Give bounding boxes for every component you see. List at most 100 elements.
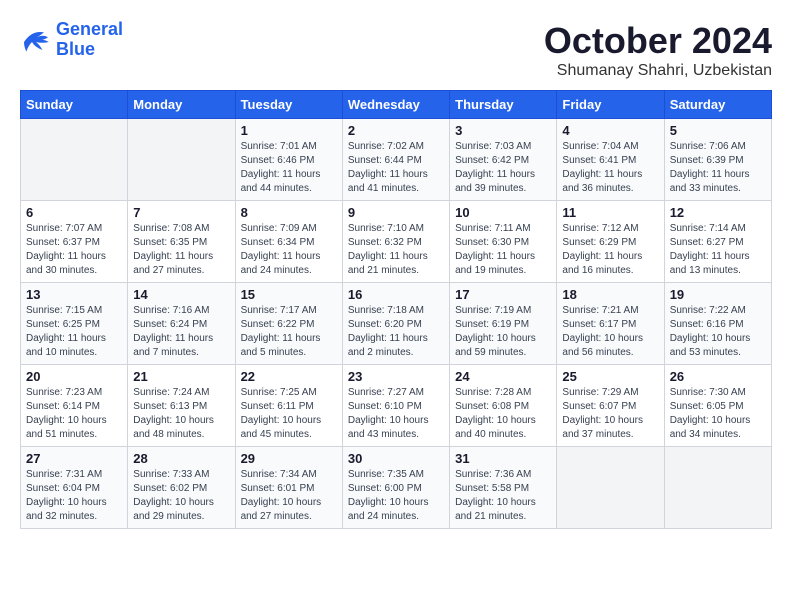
day-info: Sunrise: 7:07 AMSunset: 6:37 PMDaylight:… xyxy=(26,222,122,278)
day-info: Sunrise: 7:19 AMSunset: 6:19 PMDaylight:… xyxy=(455,304,551,360)
day-info: Sunrise: 7:16 AMSunset: 6:24 PMDaylight:… xyxy=(133,304,229,360)
day-info: Sunrise: 7:30 AMSunset: 6:05 PMDaylight:… xyxy=(670,386,766,442)
day-number: 16 xyxy=(348,287,444,302)
calendar-table: SundayMondayTuesdayWednesdayThursdayFrid… xyxy=(20,90,772,529)
day-header-friday: Friday xyxy=(557,91,664,119)
day-number: 18 xyxy=(562,287,658,302)
day-info: Sunrise: 7:15 AMSunset: 6:25 PMDaylight:… xyxy=(26,304,122,360)
location-subtitle: Shumanay Shahri, Uzbekistan xyxy=(544,62,772,80)
calendar-cell: 26Sunrise: 7:30 AMSunset: 6:05 PMDayligh… xyxy=(664,365,771,447)
calendar-cell: 20 Sunrise: 7:23 AMSunset: 6:14 PMDayligh… xyxy=(21,365,128,447)
day-info: Sunrise: 7:03 AMSunset: 6:42 PMDaylight:… xyxy=(455,140,551,196)
day-info: Sunrise: 7:34 AMSunset: 6:01 PMDaylight:… xyxy=(241,468,337,524)
calendar-cell: 6 Sunrise: 7:07 AMSunset: 6:37 PMDaylight… xyxy=(21,201,128,283)
logo-icon xyxy=(20,26,52,54)
day-info: Sunrise: 7:18 AMSunset: 6:20 PMDaylight:… xyxy=(348,304,444,360)
calendar-cell: 11Sunrise: 7:12 AMSunset: 6:29 PMDayligh… xyxy=(557,201,664,283)
day-info: Sunrise: 7:24 AMSunset: 6:13 PMDaylight:… xyxy=(133,386,229,442)
calendar-week-row: 27 Sunrise: 7:31 AMSunset: 6:04 PMDayligh… xyxy=(21,447,772,529)
day-header-tuesday: Tuesday xyxy=(235,91,342,119)
day-number: 5 xyxy=(670,123,766,138)
calendar-cell: 28Sunrise: 7:33 AMSunset: 6:02 PMDayligh… xyxy=(128,447,235,529)
day-number: 13 xyxy=(26,287,122,302)
calendar-cell: 5Sunrise: 7:06 AMSunset: 6:39 PMDaylight… xyxy=(664,119,771,201)
day-header-sunday: Sunday xyxy=(21,91,128,119)
day-number: 10 xyxy=(455,205,551,220)
calendar-body: 1Sunrise: 7:01 AMSunset: 6:46 PMDaylight… xyxy=(21,119,772,529)
logo-text: General Blue xyxy=(56,20,123,60)
day-info: Sunrise: 7:21 AMSunset: 6:17 PMDaylight:… xyxy=(562,304,658,360)
day-number: 29 xyxy=(241,451,337,466)
calendar-cell: 8 Sunrise: 7:09 AMSunset: 6:34 PMDaylight… xyxy=(235,201,342,283)
calendar-cell: 18 Sunrise: 7:21 AMSunset: 6:17 PMDayligh… xyxy=(557,283,664,365)
day-info: Sunrise: 7:17 AMSunset: 6:22 PMDaylight:… xyxy=(241,304,337,360)
day-header-monday: Monday xyxy=(128,91,235,119)
calendar-cell: 15 Sunrise: 7:17 AMSunset: 6:22 PMDayligh… xyxy=(235,283,342,365)
day-info: Sunrise: 7:25 AMSunset: 6:11 PMDaylight:… xyxy=(241,386,337,442)
month-title: October 2024 xyxy=(544,20,772,62)
day-info: Sunrise: 7:28 AMSunset: 6:08 PMDaylight:… xyxy=(455,386,551,442)
day-info: Sunrise: 7:02 AMSunset: 6:44 PMDaylight:… xyxy=(348,140,444,196)
calendar-cell: 2Sunrise: 7:02 AMSunset: 6:44 PMDaylight… xyxy=(342,119,449,201)
day-number: 22 xyxy=(241,369,337,384)
calendar-cell: 30Sunrise: 7:35 AMSunset: 6:00 PMDayligh… xyxy=(342,447,449,529)
calendar-cell xyxy=(21,119,128,201)
day-number: 15 xyxy=(241,287,337,302)
day-info: Sunrise: 7:29 AMSunset: 6:07 PMDaylight:… xyxy=(562,386,658,442)
day-info: Sunrise: 7:04 AMSunset: 6:41 PMDaylight:… xyxy=(562,140,658,196)
calendar-week-row: 6 Sunrise: 7:07 AMSunset: 6:37 PMDaylight… xyxy=(21,201,772,283)
calendar-cell: 12 Sunrise: 7:14 AMSunset: 6:27 PMDayligh… xyxy=(664,201,771,283)
calendar-cell: 24Sunrise: 7:28 AMSunset: 6:08 PMDayligh… xyxy=(450,365,557,447)
day-info: Sunrise: 7:08 AMSunset: 6:35 PMDaylight:… xyxy=(133,222,229,278)
calendar-cell: 16 Sunrise: 7:18 AMSunset: 6:20 PMDayligh… xyxy=(342,283,449,365)
day-number: 17 xyxy=(455,287,551,302)
calendar-cell: 13 Sunrise: 7:15 AMSunset: 6:25 PMDayligh… xyxy=(21,283,128,365)
calendar-week-row: 20 Sunrise: 7:23 AMSunset: 6:14 PMDayligh… xyxy=(21,365,772,447)
day-header-saturday: Saturday xyxy=(664,91,771,119)
day-info: Sunrise: 7:23 AMSunset: 6:14 PMDaylight:… xyxy=(26,386,122,442)
day-info: Sunrise: 7:01 AMSunset: 6:46 PMDaylight:… xyxy=(241,140,337,196)
calendar-cell: 25Sunrise: 7:29 AMSunset: 6:07 PMDayligh… xyxy=(557,365,664,447)
day-header-wednesday: Wednesday xyxy=(342,91,449,119)
day-info: Sunrise: 7:11 AMSunset: 6:30 PMDaylight:… xyxy=(455,222,551,278)
calendar-cell: 27 Sunrise: 7:31 AMSunset: 6:04 PMDayligh… xyxy=(21,447,128,529)
calendar-cell: 14Sunrise: 7:16 AMSunset: 6:24 PMDayligh… xyxy=(128,283,235,365)
calendar-cell: 22 Sunrise: 7:25 AMSunset: 6:11 PMDayligh… xyxy=(235,365,342,447)
day-number: 7 xyxy=(133,205,229,220)
day-number: 30 xyxy=(348,451,444,466)
day-number: 20 xyxy=(26,369,122,384)
day-info: Sunrise: 7:31 AMSunset: 6:04 PMDaylight:… xyxy=(26,468,122,524)
calendar-cell: 4Sunrise: 7:04 AMSunset: 6:41 PMDaylight… xyxy=(557,119,664,201)
calendar-cell: 19Sunrise: 7:22 AMSunset: 6:16 PMDayligh… xyxy=(664,283,771,365)
title-block: October 2024 Shumanay Shahri, Uzbekistan xyxy=(544,20,772,80)
calendar-cell: 10 Sunrise: 7:11 AMSunset: 6:30 PMDayligh… xyxy=(450,201,557,283)
calendar-cell xyxy=(664,447,771,529)
day-number: 11 xyxy=(562,205,658,220)
calendar-cell: 23Sunrise: 7:27 AMSunset: 6:10 PMDayligh… xyxy=(342,365,449,447)
day-number: 8 xyxy=(241,205,337,220)
calendar-cell xyxy=(557,447,664,529)
day-number: 23 xyxy=(348,369,444,384)
calendar-cell: 29 Sunrise: 7:34 AMSunset: 6:01 PMDayligh… xyxy=(235,447,342,529)
page-header: General Blue October 2024 Shumanay Shahr… xyxy=(20,20,772,80)
calendar-cell: 3 Sunrise: 7:03 AMSunset: 6:42 PMDaylight… xyxy=(450,119,557,201)
calendar-cell: 31Sunrise: 7:36 AMSunset: 5:58 PMDayligh… xyxy=(450,447,557,529)
day-number: 21 xyxy=(133,369,229,384)
day-info: Sunrise: 7:14 AMSunset: 6:27 PMDaylight:… xyxy=(670,222,766,278)
day-number: 27 xyxy=(26,451,122,466)
day-header-thursday: Thursday xyxy=(450,91,557,119)
day-info: Sunrise: 7:10 AMSunset: 6:32 PMDaylight:… xyxy=(348,222,444,278)
day-number: 12 xyxy=(670,205,766,220)
calendar-cell: 21 Sunrise: 7:24 AMSunset: 6:13 PMDayligh… xyxy=(128,365,235,447)
logo: General Blue xyxy=(20,20,123,60)
day-number: 9 xyxy=(348,205,444,220)
calendar-cell: 7 Sunrise: 7:08 AMSunset: 6:35 PMDaylight… xyxy=(128,201,235,283)
calendar-cell: 1Sunrise: 7:01 AMSunset: 6:46 PMDaylight… xyxy=(235,119,342,201)
day-number: 19 xyxy=(670,287,766,302)
calendar-cell: 17 Sunrise: 7:19 AMSunset: 6:19 PMDayligh… xyxy=(450,283,557,365)
day-number: 3 xyxy=(455,123,551,138)
day-info: Sunrise: 7:09 AMSunset: 6:34 PMDaylight:… xyxy=(241,222,337,278)
calendar-week-row: 1Sunrise: 7:01 AMSunset: 6:46 PMDaylight… xyxy=(21,119,772,201)
calendar-header-row: SundayMondayTuesdayWednesdayThursdayFrid… xyxy=(21,91,772,119)
day-number: 6 xyxy=(26,205,122,220)
